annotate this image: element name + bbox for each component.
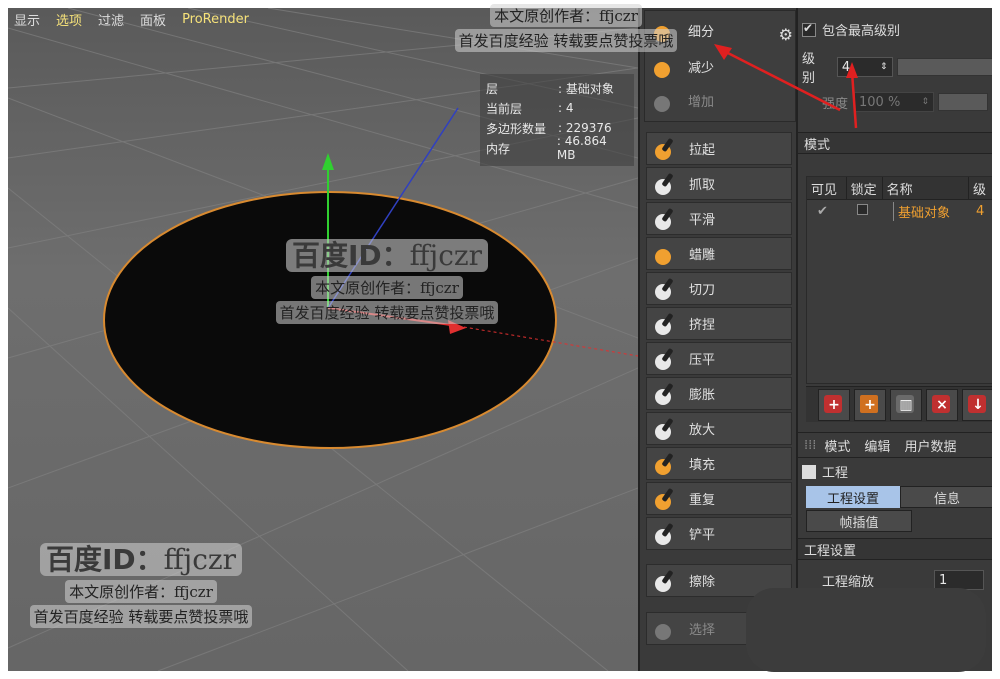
arrow-to-level	[850, 71, 858, 129]
annotation-arrows	[714, 44, 858, 129]
arrow-to-subdivide	[721, 48, 841, 112]
